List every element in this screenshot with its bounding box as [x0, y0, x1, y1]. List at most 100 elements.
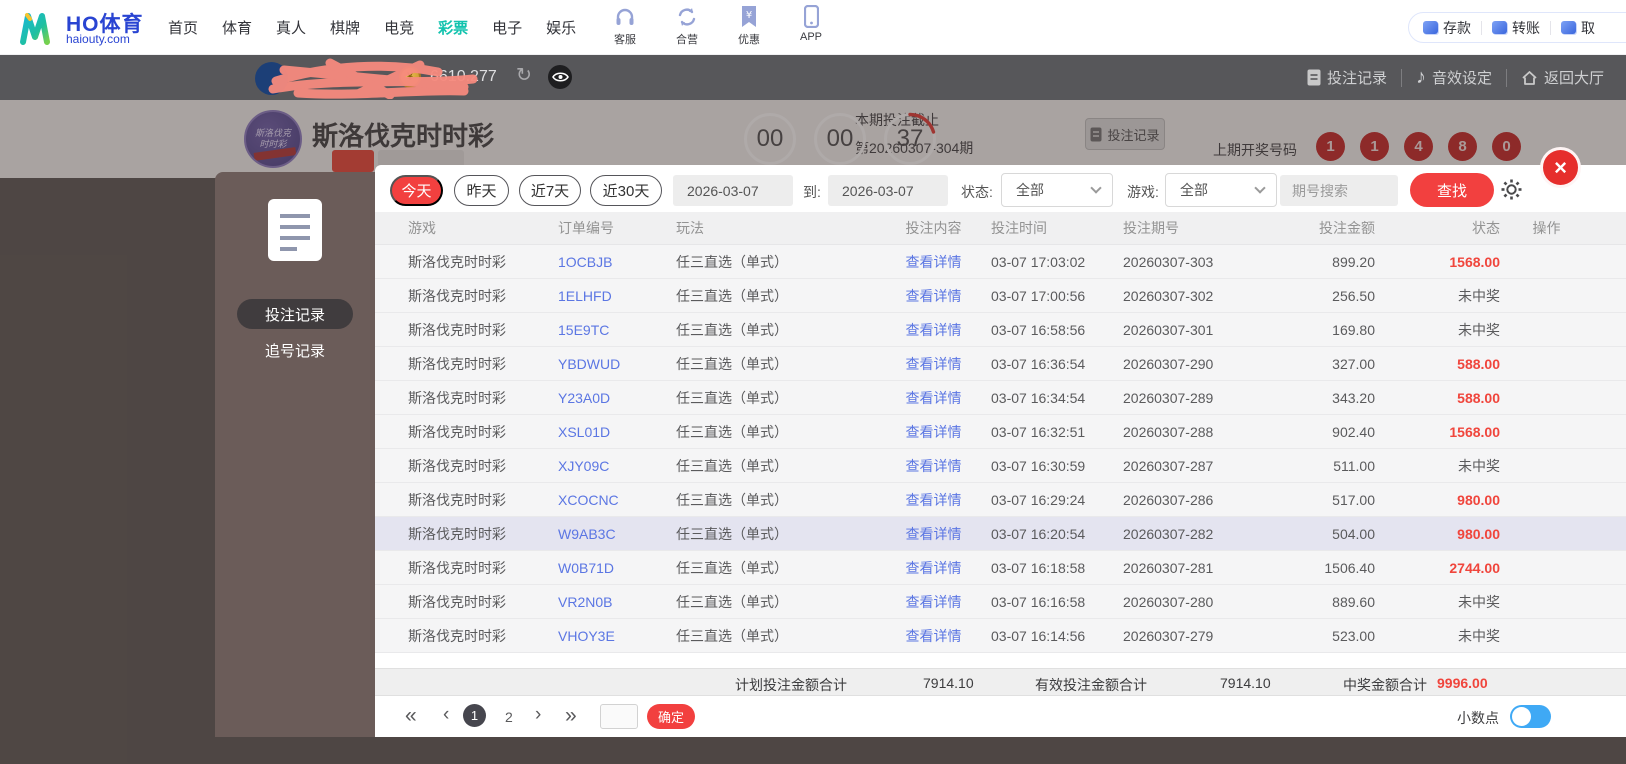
date-to-input[interactable] [828, 175, 948, 206]
bet-record-link[interactable]: 投注记录 [1307, 67, 1387, 88]
close-icon[interactable]: × [1540, 147, 1581, 188]
filter-7days-button[interactable]: 近7天 [519, 175, 581, 206]
confirm-page-button[interactable]: 确定 [647, 704, 695, 729]
cell-status: 980.00 [1457, 525, 1500, 542]
withdraw-button[interactable]: 取 [1561, 18, 1595, 38]
view-details-link[interactable]: 查看详情 [876, 320, 991, 340]
cell-bet-period: 20260307-290 [1123, 355, 1214, 372]
page-jump-input[interactable] [600, 704, 638, 729]
first-page-button[interactable]: « [405, 704, 417, 728]
deposit-button[interactable]: 存款 [1423, 18, 1471, 38]
cell-bet-time: 03-07 16:16:58 [991, 593, 1086, 610]
nav-item-chess[interactable]: 棋牌 [330, 17, 360, 38]
order-id-link[interactable]: VHOY3E [558, 628, 676, 644]
promotions-link[interactable]: ¥ 优惠 [726, 4, 772, 47]
refresh-icon[interactable]: ↻ [516, 64, 532, 87]
order-id-link[interactable]: W0B71D [558, 560, 676, 576]
svg-text:¥: ¥ [746, 10, 752, 21]
filter-today-button[interactable]: 今天 [390, 175, 443, 206]
nav-item-lottery[interactable]: 彩票 [438, 17, 468, 38]
last-page-button[interactable]: » [565, 704, 577, 728]
brand-logo-icon[interactable] [14, 7, 56, 54]
view-details-link[interactable]: 查看详情 [876, 524, 991, 544]
table-row: 斯洛伐克时时彩 1ELHFD 任三直选（单式） 查看详情 03-07 17:00… [375, 279, 1626, 313]
col-amount: 投注金额 [1319, 220, 1375, 236]
prev-page-button[interactable]: ‹ [443, 704, 449, 726]
view-details-link[interactable]: 查看详情 [876, 558, 991, 578]
col-order-id: 订单编号 [558, 220, 614, 236]
view-details-link[interactable]: 查看详情 [876, 252, 991, 272]
eye-icon[interactable] [548, 65, 572, 89]
page-2-button[interactable]: 2 [505, 709, 513, 725]
decimal-toggle[interactable] [1510, 705, 1551, 728]
nav-item-live[interactable]: 真人 [276, 17, 306, 38]
order-id-link[interactable]: XSL01D [558, 424, 676, 440]
order-id-link[interactable]: 1OCBJB [558, 254, 676, 270]
cell-bet-amount: 504.00 [1332, 525, 1375, 542]
order-id-link[interactable]: XJY09C [558, 458, 676, 474]
partnership-link[interactable]: 合营 [664, 4, 710, 47]
order-id-link[interactable]: VR2N0B [558, 594, 676, 610]
nav-item-entertainment[interactable]: 娱乐 [546, 17, 576, 38]
table-header-row: 游戏 订单编号 玩法 投注内容 投注时间 投注期号 投注金额 状态 操作 [375, 212, 1626, 245]
order-id-link[interactable]: 1ELHFD [558, 288, 676, 304]
order-id-link[interactable]: XCOCNC [558, 492, 676, 508]
cell-play-type: 任三直选（单式） [676, 423, 788, 440]
col-action: 操作 [1532, 220, 1561, 236]
page-1-button[interactable]: 1 [463, 704, 486, 727]
status-select[interactable]: 全部 [1001, 173, 1113, 207]
view-details-link[interactable]: 查看详情 [876, 626, 991, 646]
cell-bet-time: 03-07 16:20:54 [991, 525, 1086, 542]
transfer-button[interactable]: 转账 [1492, 18, 1540, 38]
view-details-link[interactable]: 查看详情 [876, 286, 991, 306]
cell-game-name: 斯洛伐克时时彩 [408, 423, 506, 440]
nav-item-slots[interactable]: 电子 [492, 17, 522, 38]
view-details-link[interactable]: 查看详情 [876, 422, 991, 442]
app-download-link[interactable]: APP [788, 4, 834, 47]
view-details-link[interactable]: 查看详情 [876, 456, 991, 476]
nav-item-esports[interactable]: 电竞 [384, 17, 414, 38]
view-details-link[interactable]: 查看详情 [876, 592, 991, 612]
top-nav: HO体育 haiouty.com 首页 体育 真人 棋牌 电竞 彩票 电子 娱乐… [0, 0, 1626, 55]
customer-service-link[interactable]: 客服 [602, 4, 648, 47]
sidebar-item-bet-records[interactable]: 投注记录 [237, 299, 353, 329]
col-bet-content: 投注内容 [905, 220, 962, 236]
cell-game-name: 斯洛伐克时时彩 [408, 389, 506, 406]
table-row: 斯洛伐克时时彩 VR2N0B 任三直选（单式） 查看详情 03-07 16:16… [375, 585, 1626, 619]
period-search-input[interactable] [1280, 175, 1398, 206]
game-select[interactable]: 全部 [1165, 173, 1277, 207]
order-id-link[interactable]: Y23A0D [558, 390, 676, 406]
nav-item-home[interactable]: 首页 [168, 17, 198, 38]
date-from-input[interactable] [673, 175, 793, 206]
filter-30days-button[interactable]: 近30天 [590, 175, 662, 206]
order-id-link[interactable]: YBDWUD [558, 356, 676, 372]
cell-game-name: 斯洛伐克时时彩 [408, 559, 506, 576]
cell-bet-period: 20260307-302 [1123, 287, 1214, 304]
order-id-link[interactable]: 15E9TC [558, 322, 676, 338]
filter-yesterday-button[interactable]: 昨天 [454, 175, 509, 206]
balance-bar: ¥ 6610.277 ↻ 投注记录 ♪ 音效设定 返回大厅 [0, 55, 1626, 100]
decimal-toggle-label: 小数点 [1457, 710, 1499, 726]
next-page-button[interactable]: › [535, 704, 541, 726]
view-details-link[interactable]: 查看详情 [876, 388, 991, 408]
nav-item-sports[interactable]: 体育 [222, 17, 252, 38]
gear-icon[interactable] [1500, 178, 1523, 206]
sound-settings-link[interactable]: ♪ 音效设定 [1416, 66, 1492, 89]
search-button[interactable]: 查找 [1410, 173, 1494, 207]
back-to-lobby-link[interactable]: 返回大厅 [1521, 67, 1604, 88]
col-game: 游戏 [408, 220, 436, 236]
view-details-link[interactable]: 查看详情 [876, 354, 991, 374]
divider [1505, 68, 1507, 87]
cell-bet-time: 03-07 16:29:24 [991, 491, 1086, 508]
order-id-link[interactable]: W9AB3C [558, 526, 676, 542]
cell-game-name: 斯洛伐克时时彩 [408, 457, 506, 474]
cell-play-type: 任三直选（单式） [676, 627, 788, 644]
divider [1400, 68, 1402, 87]
view-details-link[interactable]: 查看详情 [876, 490, 991, 510]
chevron-down-icon [1254, 182, 1266, 194]
withdraw-icon [1561, 21, 1576, 34]
cell-game-name: 斯洛伐克时时彩 [408, 355, 506, 372]
cell-bet-period: 20260307-280 [1123, 593, 1214, 610]
partnership-icon [676, 4, 698, 28]
sidebar-item-chase-records[interactable]: 追号记录 [215, 340, 375, 361]
